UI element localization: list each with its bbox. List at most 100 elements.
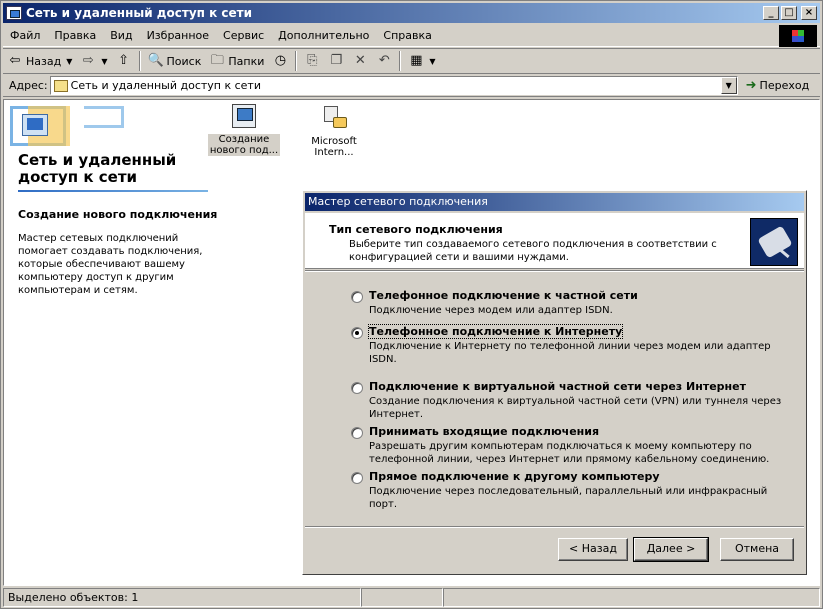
windows-logo-icon xyxy=(779,25,817,47)
sidebar-title: Сеть и удаленный доступ к сети xyxy=(18,151,177,186)
undo-icon: ↶ xyxy=(378,53,390,68)
status-bar: Выделено объектов: 1 xyxy=(3,588,820,607)
toolbar-separator xyxy=(295,51,298,71)
address-value: Сеть и удаленный доступ к сети xyxy=(70,79,261,92)
wizard-header-title: Тип сетевого подключения xyxy=(329,223,503,236)
folders-icon: 🗀 xyxy=(210,53,224,68)
folder-icon xyxy=(53,79,68,92)
item-label: Microsoft Intern... xyxy=(311,136,357,158)
banner-decoration xyxy=(84,106,124,128)
item-label: Создание нового под... xyxy=(208,134,280,156)
radio-button[interactable] xyxy=(351,382,363,394)
forward-button[interactable]: ⇨ ▼ xyxy=(76,50,111,72)
status-pane xyxy=(443,588,820,607)
radio-button-selected[interactable] xyxy=(351,327,363,339)
search-label: Поиск xyxy=(166,54,202,68)
maximize-button[interactable]: □ xyxy=(781,6,797,20)
option-incoming[interactable]: Принимать входящие подключения Разрешать… xyxy=(351,425,791,466)
option-label[interactable]: Подключение к виртуальной частной сети ч… xyxy=(369,380,791,393)
wizard-header: Тип сетевого подключения Выберите тип со… xyxy=(305,213,804,269)
explorer-window: Сеть и удаленный доступ к сети _ □ × Фай… xyxy=(0,0,823,609)
network-folder-icon xyxy=(6,6,22,20)
delete-icon: ✕ xyxy=(354,53,366,68)
option-label[interactable]: Прямое подключение к другому компьютеру xyxy=(369,470,791,483)
address-bar: Адрес: Сеть и удаленный доступ к сети ▼ … xyxy=(3,75,820,97)
menu-advanced[interactable]: Дополнительно xyxy=(271,29,376,42)
history-button[interactable]: ◷ xyxy=(268,50,292,72)
option-description: Создание подключения к виртуальной частн… xyxy=(369,396,782,420)
radio-button[interactable] xyxy=(351,427,363,439)
option-label[interactable]: Принимать входящие подключения xyxy=(369,425,791,438)
toolbar-separator xyxy=(399,51,402,71)
network-connections-icon xyxy=(22,114,48,136)
cancel-button[interactable]: Отмена xyxy=(720,538,794,561)
folders-button[interactable]: 🗀 Папки xyxy=(205,50,268,72)
menu-favorites[interactable]: Избранное xyxy=(140,29,216,42)
move-to-icon: ⎘ xyxy=(307,53,318,68)
option-dialup-internet[interactable]: Телефонное подключение к Интернету Подкл… xyxy=(351,324,791,366)
microsoft-internet-item[interactable]: Microsoft Intern... xyxy=(298,106,370,158)
search-icon: 🔍 xyxy=(147,53,164,68)
go-label: Переход xyxy=(759,79,810,92)
views-button[interactable]: ▦ ▼ xyxy=(404,50,439,72)
menu-edit[interactable]: Правка xyxy=(47,29,103,42)
go-button[interactable]: ➜ Переход xyxy=(746,78,810,93)
address-dropdown-button[interactable]: ▼ xyxy=(720,77,737,94)
minimize-button[interactable]: _ xyxy=(763,6,779,20)
radio-button[interactable] xyxy=(351,472,363,484)
radio-button[interactable] xyxy=(351,291,363,303)
forward-dropdown-icon[interactable]: ▼ xyxy=(101,57,107,66)
close-button[interactable]: × xyxy=(801,6,817,20)
option-label[interactable]: Телефонное подключение к частной сети xyxy=(369,289,791,302)
delete-button[interactable]: ✕ xyxy=(348,50,372,72)
phone-connection-icon xyxy=(750,218,798,266)
back-dropdown-icon[interactable]: ▼ xyxy=(66,57,72,66)
option-description: Подключение к Интернету по телефонной ли… xyxy=(369,341,771,365)
address-label: Адрес: xyxy=(9,79,48,92)
history-icon: ◷ xyxy=(274,53,287,68)
option-direct[interactable]: Прямое подключение к другому компьютеру … xyxy=(351,470,791,511)
back-arrow-icon: ⇦ xyxy=(9,53,21,68)
back-label: Назад xyxy=(26,54,62,68)
next-button[interactable]: Далее > xyxy=(633,537,709,562)
menu-tools[interactable]: Сервис xyxy=(216,29,271,42)
option-dialup-private[interactable]: Телефонное подключение к частной сети По… xyxy=(351,289,791,317)
title-bar: Сеть и удаленный доступ к сети _ □ × xyxy=(3,3,820,23)
views-icon: ▦ xyxy=(410,53,423,68)
menu-file[interactable]: Файл xyxy=(3,29,47,42)
window-title: Сеть и удаленный доступ к сети xyxy=(26,6,253,20)
move-to-button[interactable]: ⎘ xyxy=(300,50,324,72)
option-label[interactable]: Телефонное подключение к Интернету xyxy=(367,324,624,339)
go-arrow-icon: ➜ xyxy=(745,78,757,93)
status-pane xyxy=(361,588,443,607)
menu-view[interactable]: Вид xyxy=(103,29,139,42)
wizard-title-bar: Мастер сетевого подключения xyxy=(305,193,804,211)
option-vpn[interactable]: Подключение к виртуальной частной сети ч… xyxy=(351,380,791,421)
back-button[interactable]: ⇦ Назад ▼ xyxy=(3,50,76,72)
address-input[interactable]: Сеть и удаленный доступ к сети ▼ xyxy=(49,76,738,95)
toolbar: ⇦ Назад ▼ ⇨ ▼ ⇧ 🔍 Поиск 🗀 Папки ◷ ⎘ ❐ ✕ … xyxy=(3,48,820,74)
folders-label: Папки xyxy=(228,54,265,68)
toolbar-separator xyxy=(138,51,141,71)
menu-help[interactable]: Справка xyxy=(376,29,438,42)
new-connection-icon xyxy=(232,104,256,128)
option-description: Разрешать другим компьютерам подключатьс… xyxy=(369,441,770,465)
wizard-divider xyxy=(305,526,804,528)
network-connection-wizard: Мастер сетевого подключения Тип сетевого… xyxy=(302,190,807,575)
undo-button[interactable]: ↶ xyxy=(372,50,396,72)
menu-bar: Файл Правка Вид Избранное Сервис Дополни… xyxy=(3,25,820,47)
option-description: Подключение через последовательный, пара… xyxy=(369,486,768,510)
status-text: Выделено объектов: 1 xyxy=(3,588,361,607)
views-dropdown-icon[interactable]: ▼ xyxy=(429,57,435,66)
dialup-connection-icon xyxy=(322,106,347,130)
search-button[interactable]: 🔍 Поиск xyxy=(144,50,206,72)
back-wizard-button[interactable]: < Назад xyxy=(558,538,628,561)
copy-to-icon: ❐ xyxy=(330,53,343,68)
copy-to-button[interactable]: ❐ xyxy=(324,50,348,72)
sidebar-subtitle: Создание нового подключения xyxy=(18,208,218,221)
new-connection-item[interactable]: Создание нового под... xyxy=(208,104,280,156)
folder-view: Сеть и удаленный доступ к сети Создание … xyxy=(3,99,820,586)
up-button[interactable]: ⇧ xyxy=(112,50,136,72)
connection-type-options: Телефонное подключение к частной сети По… xyxy=(351,289,791,511)
option-description: Подключение через модем или адаптер ISDN… xyxy=(369,305,613,316)
